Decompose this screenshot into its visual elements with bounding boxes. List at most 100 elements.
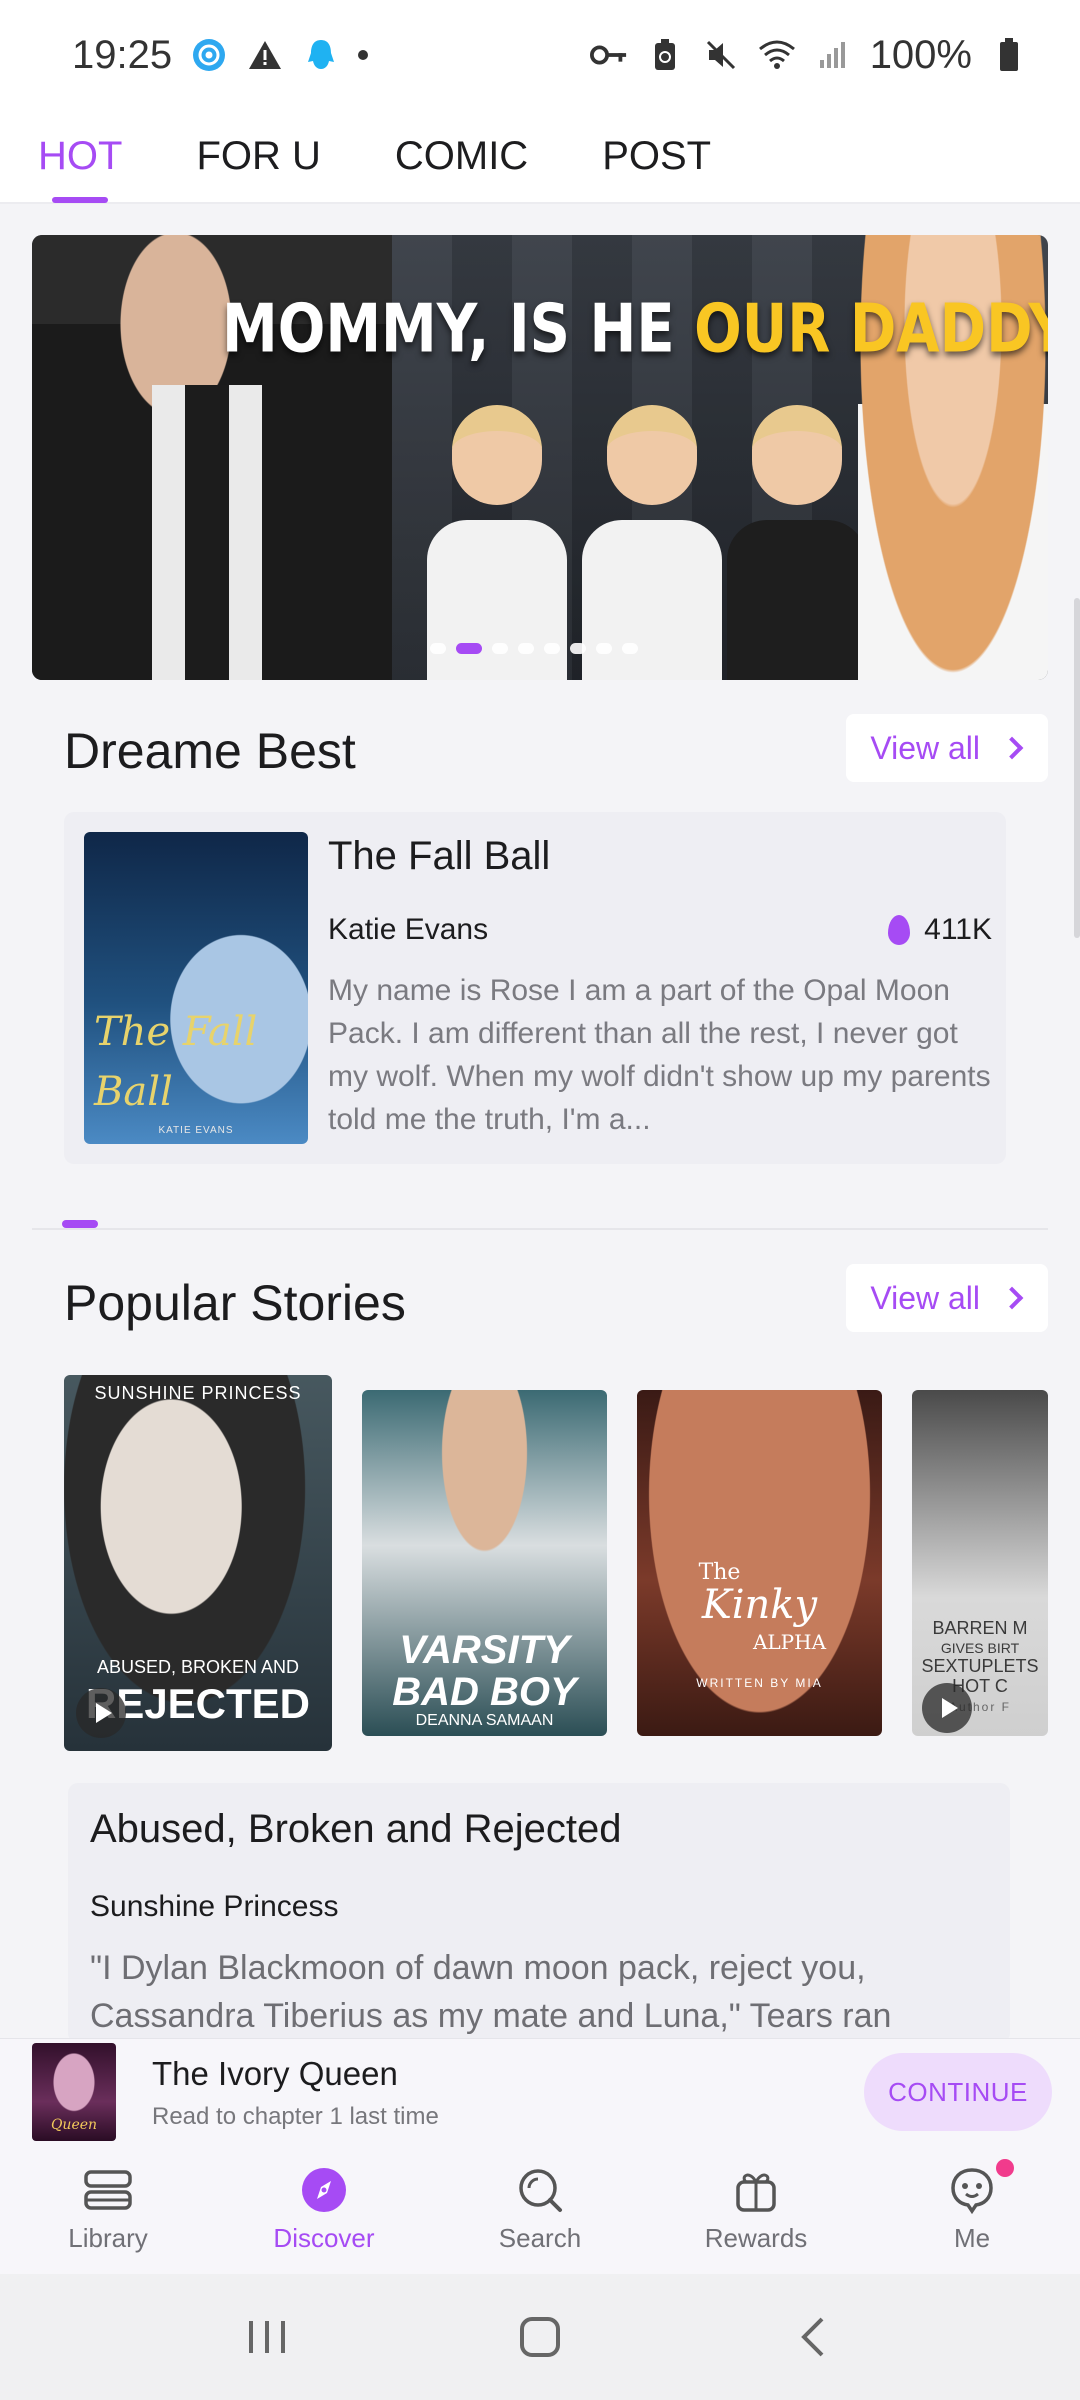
pagination-dot[interactable] (492, 643, 508, 654)
qq-icon (302, 36, 340, 74)
cover-subtitle: ABUSED, BROKEN AND (96, 1657, 300, 1677)
app-screen: 19:25 100% HOT FOR U COMIC POST MOMMY, I… (0, 0, 1080, 2400)
nav-label: Library (68, 2222, 148, 2253)
status-bar: 19:25 100% (0, 0, 1080, 110)
book-description: My name is Rose I am a part of the Opal … (328, 974, 991, 1136)
library-icon (83, 2165, 133, 2215)
tab-post[interactable]: POST (602, 109, 711, 203)
status-bar-right: 100% (589, 32, 1028, 78)
mute-icon (702, 36, 740, 74)
cover-title-line: GIVES BIRT (940, 1640, 1020, 1656)
status-bar-left: 19:25 (72, 33, 369, 78)
back-button[interactable] (783, 2307, 843, 2367)
nav-label: Search (498, 2222, 582, 2253)
story-detail-card[interactable]: Abused, Broken and Rejected Sunshine Pri… (68, 1783, 1010, 2043)
recent-apps-icon (248, 2321, 285, 2353)
battery-icon (990, 36, 1028, 74)
fire-icon (888, 915, 911, 945)
chevron-right-icon (1000, 736, 1024, 760)
story-title: Abused, Broken and Rejected (90, 1807, 622, 1851)
back-icon (801, 2317, 824, 2357)
signal-icon (814, 36, 852, 74)
heat-count: 411K (924, 913, 992, 946)
continue-button[interactable]: CONTINUE (864, 2053, 1052, 2131)
view-all-button[interactable]: View all (846, 714, 1048, 782)
story-cover[interactable]: VARSITY BAD BOY DEANNA SAMAAN (362, 1390, 607, 1736)
cover-title-line: SEXTUPLETS (921, 1656, 1039, 1676)
warning-icon (246, 36, 284, 74)
key-icon (589, 36, 628, 74)
nav-rewards[interactable]: Rewards (676, 2165, 836, 2254)
scroll-handle[interactable] (1074, 598, 1080, 938)
search-icon (515, 2165, 565, 2215)
section-title-dreame-best: Dreame Best (64, 723, 356, 779)
top-tabs: HOT FOR U COMIC POST (0, 110, 1080, 204)
nav-label: Discover (273, 2222, 375, 2253)
nav-search[interactable]: Search (460, 2165, 620, 2254)
battery-percent: 100% (869, 32, 972, 77)
nav-library[interactable]: Library (28, 2165, 188, 2254)
banner-title: MOMMY, IS HE OUR DADDY? (222, 290, 1048, 369)
nav-me[interactable]: Me (892, 2158, 1052, 2254)
play-icon[interactable] (922, 1683, 972, 1733)
view-all-button[interactable]: View all (846, 1264, 1048, 1332)
banner-title-white: MOMMY, IS HE (222, 290, 695, 369)
banner-kid-illustration (722, 405, 872, 680)
cover-author: DEANNA SAMAAN (415, 1712, 554, 1729)
banner-pagination (430, 643, 638, 654)
profile-icon (947, 2165, 997, 2215)
book-title: The Fall Ball (328, 834, 551, 878)
nav-discover[interactable]: Discover (244, 2165, 404, 2254)
banner-kid-illustration (577, 405, 727, 680)
battery-saver-icon (646, 36, 684, 74)
compass-icon (299, 2165, 349, 2215)
banner-kid-illustration (422, 405, 572, 680)
at-sign-icon (190, 36, 228, 74)
nav-label: Rewards (704, 2222, 808, 2253)
featured-book-card[interactable]: The Fall Ball KATIE EVANS The Fall Ball … (64, 812, 1006, 1164)
pagination-dot[interactable] (544, 643, 560, 654)
book-meta-row: Katie Evans 411K (328, 913, 992, 947)
cover-title-line: BAD BOY (392, 1670, 577, 1714)
banner-title-highlight: OUR DADDY? (694, 290, 1048, 369)
cover-author: SUNSHINE PRINCESS (94, 1383, 302, 1403)
story-description: "I Dylan Blackmoon of dawn moon pack, re… (90, 1949, 892, 2035)
carousel-track (32, 1228, 1048, 1230)
cover-author: KATIE EVANS (158, 1125, 234, 1136)
cover-title-line: VARSITY (399, 1628, 570, 1672)
tab-comic[interactable]: COMIC (395, 109, 528, 203)
system-navigation-bar (0, 2274, 1080, 2400)
view-all-label: View all (870, 729, 980, 766)
pagination-dot[interactable] (430, 643, 446, 654)
story-cover[interactable]: BARREN M GIVES BIRT SEXTUPLETS HOT C Aut… (912, 1390, 1048, 1736)
section-title-popular-stories: Popular Stories (64, 1275, 406, 1331)
recent-apps-button[interactable] (237, 2307, 297, 2367)
pagination-dot[interactable] (570, 643, 586, 654)
home-button[interactable] (510, 2307, 570, 2367)
cover-title-line: Kinky (701, 1582, 818, 1628)
pagination-dot[interactable] (596, 643, 612, 654)
pagination-dot-active[interactable] (456, 643, 482, 654)
notification-dot-icon (358, 50, 369, 60)
bottom-navigation: Library Discover Search Rewards Me (0, 2144, 1080, 2274)
play-icon[interactable] (76, 1688, 126, 1738)
story-author: Sunshine Princess (90, 1890, 339, 1923)
continue-reading-bar[interactable]: Queen The Ivory Queen Read to chapter 1 … (0, 2038, 1080, 2144)
continue-book-title: The Ivory Queen (152, 2055, 398, 2092)
pagination-dot[interactable] (622, 643, 638, 654)
promo-banner[interactable]: MOMMY, IS HE OUR DADDY? (32, 235, 1048, 680)
continue-progress-text: Read to chapter 1 last time (152, 2103, 439, 2130)
story-cover[interactable]: SUNSHINE PRINCESS ABUSED, BROKEN AND REJ… (64, 1375, 332, 1751)
book-cover[interactable]: The Fall Ball KATIE EVANS (84, 832, 308, 1144)
carousel-indicator (62, 1220, 98, 1228)
home-icon (519, 2317, 560, 2357)
continue-book-cover[interactable]: Queen (32, 2043, 116, 2141)
cover-title-line: ALPHA (752, 1630, 827, 1654)
tab-for-u[interactable]: FOR U (196, 109, 320, 203)
tab-hot[interactable]: HOT (38, 109, 122, 203)
story-cover[interactable]: The Kinky ALPHA WRITTEN BY MIA (637, 1390, 882, 1736)
pagination-dot[interactable] (518, 643, 534, 654)
gift-icon (731, 2165, 781, 2215)
book-info: The Fall Ball Katie Evans 411K My name i… (328, 834, 992, 1141)
continue-cover-text: Queen (50, 2117, 98, 2133)
